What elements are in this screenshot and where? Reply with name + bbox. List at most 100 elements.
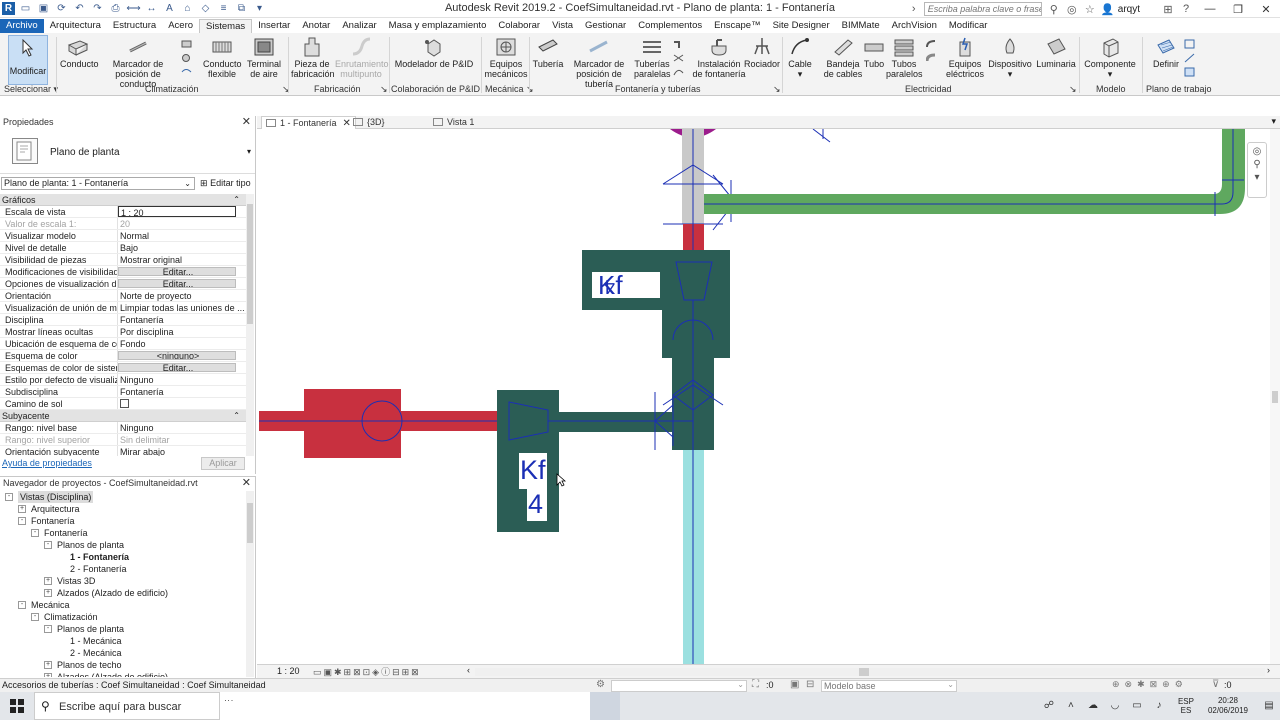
close-browser-icon[interactable]: ✕ (242, 477, 251, 490)
property-section-header[interactable]: Gráficos ⌃ (0, 194, 246, 206)
view-tabs-menu-icon[interactable]: ▾ (1271, 116, 1276, 127)
tab-view-3d[interactable]: {3D} (349, 116, 389, 129)
group-label-select[interactable]: Seleccionar ▾ (4, 84, 58, 95)
workset-select[interactable]: ⌄ (611, 680, 747, 692)
tab-ribbon-11[interactable]: Gestionar (579, 19, 632, 33)
collapse-node-icon[interactable]: - (31, 613, 39, 621)
device-button[interactable]: Dispositivo ▾ (988, 35, 1032, 79)
browser-tree-item[interactable]: - Planos de planta (0, 623, 246, 635)
subscription-icon[interactable]: ◎ (1064, 1, 1080, 17)
viewer-mini-icon[interactable] (1184, 67, 1195, 77)
close-window-button[interactable]: ✕ (1252, 0, 1280, 18)
language-indicator[interactable]: ESP ES (1178, 697, 1194, 715)
zoom-icon[interactable]: ⚲ (1248, 159, 1266, 170)
property-value[interactable]: Mirar abajo (118, 446, 246, 456)
thin-lines-icon[interactable]: ≡ (216, 2, 231, 16)
restore-button[interactable]: ❐ (1224, 0, 1252, 18)
fixture-tag-upper-line2[interactable]: 4 (595, 275, 615, 297)
property-checkbox-cell[interactable] (118, 398, 246, 409)
onedrive-icon[interactable]: ☁ (1085, 698, 1101, 714)
property-value[interactable]: Fontanería (118, 386, 246, 397)
tab-ribbon-5[interactable]: Insertar (252, 19, 296, 33)
redo-icon[interactable]: ↷ (90, 2, 105, 16)
group-label-mechanical[interactable]: Mecánica ↘ (485, 84, 534, 95)
wire-dropdown-icon[interactable]: ▾ (786, 69, 814, 79)
tab-ribbon-13[interactable]: Enscape™ (708, 19, 766, 33)
flex-pipe-mini-icon[interactable] (673, 67, 684, 77)
tab-ribbon-16[interactable]: ArchVision (886, 19, 943, 33)
property-section-header[interactable]: Subyacente ⌃ (0, 410, 246, 422)
property-value[interactable]: Normal (118, 230, 246, 241)
ref-plane-mini-icon[interactable] (1184, 53, 1195, 63)
section-icon[interactable]: ◇ (198, 2, 213, 16)
expand-node-icon[interactable]: + (44, 673, 52, 677)
browser-tree-item[interactable]: - Vistas (Disciplina) (0, 491, 246, 503)
pipe-placeholder-button[interactable]: Marcador de posición de tubería (565, 35, 633, 89)
zoom-menu-icon[interactable]: ▾ (1248, 172, 1266, 183)
type-selector[interactable]: Plano de planta ▾ (0, 130, 255, 174)
property-value[interactable]: Por disciplina (118, 326, 246, 337)
close-properties-icon[interactable]: ✕ (242, 116, 251, 129)
component-dropdown-icon[interactable]: ▾ (1082, 69, 1138, 79)
conduit-button[interactable]: Tubo (862, 35, 886, 69)
text-icon[interactable]: A (162, 2, 177, 16)
view-scale[interactable]: 1 : 20 (277, 666, 300, 676)
property-value[interactable]: 1 : 20 (118, 206, 236, 217)
editable-only-icon[interactable]: ⛶ (752, 679, 759, 690)
browser-tree-item[interactable]: + Arquitectura (0, 503, 246, 515)
revit-logo-icon[interactable]: R (2, 2, 15, 15)
sun-path-checkbox[interactable] (120, 399, 129, 408)
set-workplane-button[interactable]: Definir (1148, 35, 1184, 69)
browser-tree-item[interactable]: - Climatización (0, 611, 246, 623)
scroll-left-icon[interactable]: ‹ (467, 665, 470, 675)
expand-node-icon[interactable]: + (44, 661, 52, 669)
property-value[interactable]: Bajo (118, 242, 246, 253)
favorites-star-icon[interactable]: ☆ (1082, 1, 1098, 17)
taskbar-search-box[interactable]: ⚲ Escribe aquí para buscar (34, 692, 220, 720)
plumbing-dialog-launcher[interactable]: ↘ (773, 84, 781, 95)
collapse-node-icon[interactable]: - (5, 493, 13, 501)
property-value[interactable]: Ninguno (118, 374, 246, 385)
open-icon[interactable]: ▭ (18, 2, 33, 16)
fabrication-dialog-launcher[interactable]: ↘ (380, 84, 388, 95)
browser-tree-item[interactable]: - Fontanería (0, 527, 246, 539)
collapse-section-icon[interactable]: ⌃ (233, 410, 240, 422)
wifi-icon[interactable]: ◡ (1107, 698, 1123, 714)
duct-accessory-mini-icon[interactable] (181, 53, 192, 63)
keyword-search-input[interactable] (923, 2, 1042, 16)
property-edit-button[interactable]: Editar... (118, 267, 236, 276)
sprinkler-button[interactable]: Rociador (744, 35, 780, 69)
mechanical-equipment-button[interactable]: Equipos mecánicos (484, 35, 528, 79)
main-model-icon[interactable]: ⊟ (806, 679, 814, 690)
component-button[interactable]: Componente ▾ (1082, 35, 1138, 79)
properties-scrollbar[interactable] (246, 194, 254, 456)
sync-icon[interactable]: ⟳ (54, 2, 69, 16)
pipe-accessory-mini-icon[interactable] (673, 53, 684, 63)
tab-ribbon-12[interactable]: Complementos (632, 19, 708, 33)
dimension-icon[interactable]: ↔ (144, 2, 159, 16)
scroll-right-icon[interactable]: › (1267, 665, 1270, 675)
browser-tree-item[interactable]: + Planos de techo (0, 659, 246, 671)
pipe-button[interactable]: Tubería (531, 35, 565, 69)
steering-wheel-icon[interactable]: ◎ (1248, 146, 1266, 157)
undo-icon[interactable]: ↶ (72, 2, 87, 16)
electrical-equipment-button[interactable]: Equipos eléctricos (942, 35, 988, 79)
expand-node-icon[interactable]: + (44, 589, 52, 597)
browser-tree-item[interactable]: 2 - Fontanería (0, 563, 246, 575)
browser-tree-item[interactable]: - Mecánica (0, 599, 246, 611)
property-edit-button[interactable]: Editar... (118, 279, 236, 288)
people-icon[interactable]: ☍ (1041, 698, 1057, 714)
design-option-select[interactable]: Modelo base ⌄ (821, 680, 957, 692)
lighting-fixture-button[interactable]: Luminaria (1036, 35, 1076, 69)
collapse-section-icon[interactable]: ⌃ (233, 194, 240, 206)
cart-icon[interactable]: ⊞ (1160, 1, 1176, 17)
worksets-icon[interactable]: ⚙ (596, 679, 605, 690)
modify-button[interactable]: Modificar (8, 35, 48, 85)
tab-ribbon-1[interactable]: Arquitectura (44, 19, 107, 33)
expand-node-icon[interactable]: + (18, 505, 26, 513)
browser-tree-item[interactable]: - Planos de planta (0, 539, 246, 551)
taskbar-active-app[interactable] (590, 692, 620, 720)
property-value[interactable]: Fontanería (118, 314, 246, 325)
cable-tray-button[interactable]: Bandeja de cables (822, 35, 864, 79)
properties-scroll-thumb[interactable] (247, 204, 253, 324)
